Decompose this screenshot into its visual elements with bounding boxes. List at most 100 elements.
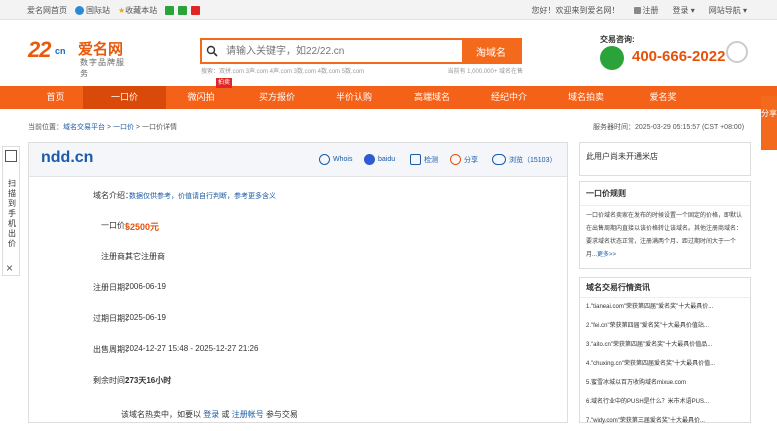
nav-item-flash-auction[interactable]: 微闪拍 [166, 86, 236, 109]
rules-panel: 一口价规则 一口价域名卖家在发布的时候设置一个固定的价格，即默认在出售周期内直接… [579, 181, 751, 269]
favorite-link[interactable]: ★收藏本站 [118, 5, 157, 16]
wechat-icon[interactable] [600, 46, 624, 70]
news-panel: 域名交易行情资讯 1."tianeai.com"荣获第四届"爱名奖"十大最具价.… [579, 277, 751, 424]
registrar-row: 注册商： 其它注册商 [29, 251, 567, 265]
chevron-down-icon: ▾ [742, 6, 747, 15]
breadcrumb: 当前位置：域名交易平台 > 一口价 > 一口价详情 [28, 124, 177, 131]
whois-label: Whois [333, 156, 353, 163]
login-link[interactable]: 登录 [203, 410, 219, 419]
favorite-label: 收藏本站 [125, 6, 158, 15]
share-tool[interactable]: 分享 [450, 154, 478, 165]
wechat-icon[interactable] [165, 6, 175, 15]
whois-tool[interactable]: Whois [319, 154, 352, 165]
intl-label: 国际站 [86, 6, 110, 15]
eye-icon [492, 154, 506, 165]
shop-panel: 此用户尚未开通米店 [579, 142, 751, 176]
news-item[interactable]: 5.蜜雪冰城以百万收购域名mixue.com [580, 374, 750, 393]
contact-box: 交易咨询: 400-666-2022 [600, 33, 760, 78]
news-item[interactable]: 1."tianeai.com"荣获第四届"爱名奖"十大最具价... [580, 298, 750, 317]
exp-date-value: 2025-06-19 [125, 313, 166, 322]
wechat-moments-icon[interactable] [178, 6, 188, 15]
login-label: 登录 [672, 6, 689, 15]
views-counter: 浏览（15103） [492, 154, 556, 165]
news-item[interactable]: 2."fei.cn"荣获第四届"爱名奖"十大最具价值站... [580, 317, 750, 336]
search-hint-links[interactable]: 搜索：双拼.com 3声.com 4声.com 3数.com 4数.com 5数… [201, 66, 364, 75]
user-icon [633, 7, 641, 15]
nav-item-home[interactable]: 首页 [28, 86, 83, 109]
weibo-icon[interactable] [191, 6, 201, 15]
nav-item-half-price[interactable]: 半价认购 [318, 86, 390, 109]
logo-cn: cn [55, 46, 66, 56]
intro-label: 域名介绍： [93, 191, 133, 200]
baidu-tool[interactable]: baidu [364, 154, 395, 165]
remaining-row: 剩余时间： 273天16小时 [29, 375, 567, 389]
share-label: 分享 [464, 156, 478, 164]
rules-text-block: 一口价域名卖家在发布的时候设置一个固定的价格，即默认在出售周期内直接以该价格转让… [580, 206, 750, 266]
logo-number: 22 [28, 37, 52, 62]
globe-icon [75, 6, 84, 16]
logo[interactable]: 22 cn 爱名网 数字品牌服务 [28, 37, 128, 78]
search-input[interactable] [222, 40, 462, 62]
site-nav-dropdown[interactable]: 网站导航 ▾ [709, 5, 747, 16]
search-count: 当前有 1,000,000+ 域名在售 [447, 69, 523, 75]
register-link[interactable]: 注册 [633, 5, 659, 16]
reg-date-row: 注册日期： 2006-06-19 [29, 282, 567, 296]
sell-period-row: 出售周期： 2024-12-27 15:48 - 2025-12-27 21:2… [29, 344, 567, 358]
register-account-link[interactable]: 注册帐号 [232, 410, 264, 419]
check-label: 检测 [424, 156, 438, 164]
breadcrumb-prefix: 当前位置： [28, 124, 63, 131]
news-item[interactable]: 6.域名行业中的PUSH是什么？米市术语PUS... [580, 393, 750, 412]
header: 22 cn 爱名网 数字品牌服务 淘域名 搜索：双拼.com 3声.com 4声… [0, 20, 777, 84]
sell-period-value: 2024-12-27 15:48 - 2025-12-27 21:26 [125, 344, 259, 353]
reg-date-value: 2006-06-19 [125, 282, 166, 291]
nav-item-premium[interactable]: 高端域名 [390, 86, 474, 109]
intro-row: 域名介绍： 数据仅供参考，价值请自行判断，参考更多含义 [29, 190, 567, 204]
share-float-button[interactable]: 分享 [761, 96, 777, 150]
nav-item-award[interactable]: 爱名奖 [628, 86, 698, 109]
login-prompt-or: 或 [221, 410, 230, 419]
server-time: 服务器时间：2025-03-29 05:15:57 (CST +08:00) [593, 124, 745, 131]
search-button[interactable]: 淘域名 [462, 40, 520, 62]
qr-code-icon[interactable] [5, 150, 17, 162]
site-nav-label: 网站导航 [708, 6, 741, 15]
nav-item-broker[interactable]: 经纪中介 [474, 86, 544, 109]
domain-name: ndd.cn [41, 149, 93, 167]
domain-header: ndd.cn Whois baidu 检测 分享 浏览（15103） [29, 143, 567, 177]
breadcrumb-platform[interactable]: 域名交易平台 [63, 124, 105, 131]
welcome-text: 您好！欢迎来到爱名网！ [531, 6, 620, 15]
nav-item-fixed-price[interactable]: 一口价 [83, 86, 166, 109]
home-link[interactable]: 爱名网首页 [27, 5, 67, 16]
login-dropdown[interactable]: 登录 ▾ [673, 5, 695, 16]
login-prompt-pre: 该域名热卖中，如要以 [121, 410, 201, 419]
logo-brand: 爱名网 [78, 41, 124, 58]
remaining-value: 273天16小时 [125, 376, 172, 385]
intro-value[interactable]: 数据仅供参考，价值请自行判断，参考更多含义 [129, 191, 276, 201]
check-tool[interactable]: 检测 [410, 154, 438, 165]
search-box: 淘域名 [200, 38, 522, 64]
news-item[interactable]: 4."chuxing.cn"荣获第四届爱名奖"十大最具价值... [580, 355, 750, 374]
exp-date-row: 过期日期： 2025-06-19 [29, 313, 567, 327]
domain-tld: .cn [70, 149, 94, 166]
shop-status: 此用户尚未开通米店 [586, 152, 658, 161]
check-icon [410, 154, 421, 165]
breadcrumb-fixed-price[interactable]: 一口价 [113, 124, 134, 131]
baidu-icon [364, 154, 375, 165]
views-label: 浏览（15103） [509, 156, 557, 164]
price-value: 52500元 [125, 222, 160, 232]
phone-number: 400-666-2022 [632, 48, 726, 65]
news-item[interactable]: 3."aito.cn"荣获第四届"爱名奖"十大最具价值品... [580, 336, 750, 355]
mobile-bid-text[interactable]: 扫描到手机出价 [6, 179, 18, 249]
news-item[interactable]: 7."widy.com"荣获第三届爱名奖"十大最具价... [580, 412, 750, 431]
nav-item-buyer-offer[interactable]: 买方报价 [236, 86, 318, 109]
rules-more-link[interactable]: 更多>> [597, 252, 616, 258]
intl-link[interactable]: 国际站 [75, 5, 110, 16]
auction-badge: 拍卖 [216, 78, 232, 88]
register-label: 注册 [642, 6, 659, 15]
nav-item-auction[interactable]: 域名拍卖 [544, 86, 628, 109]
contact-label: 交易咨询: [600, 35, 635, 44]
domain-label: ndd [41, 149, 71, 166]
login-prompt: 该域名热卖中，如要以 登录 或 注册帐号 参与交易 [121, 409, 298, 420]
close-icon[interactable]: × [6, 261, 13, 275]
main-nav: 首页 一口价 微闪拍 买方报价 半价认购 高端域名 经纪中介 域名拍卖 爱名奖 [0, 86, 777, 109]
registrar-value: 其它注册商 [125, 252, 165, 261]
